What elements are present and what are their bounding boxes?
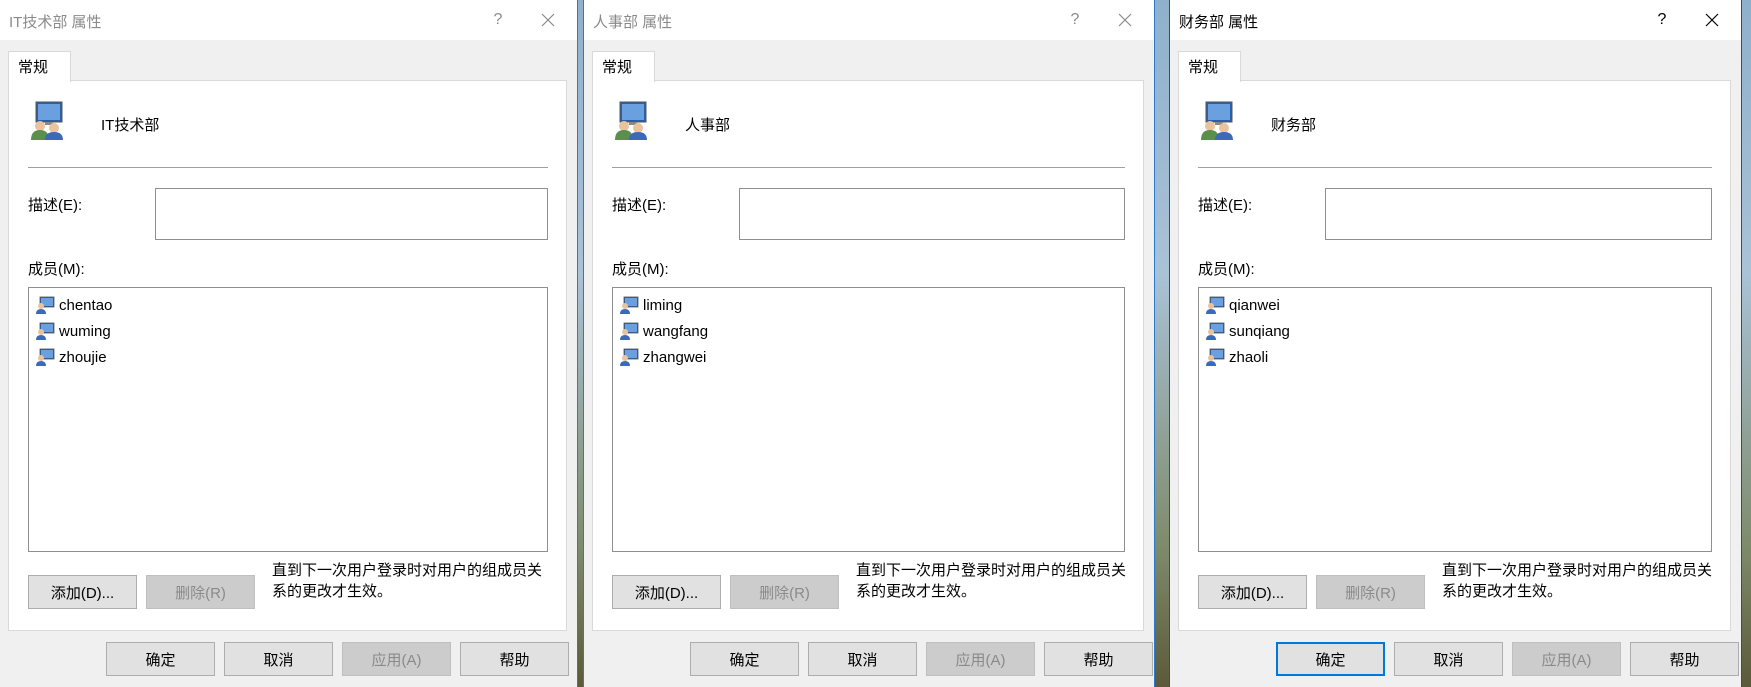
properties-dialog-hr: 人事部 属性 ? 常规 人事部 描述(E): 成员(M): liming wan… <box>583 0 1155 687</box>
members-list[interactable]: qianwei sunqiang zhaoli <box>1198 287 1712 552</box>
group-name: 财务部 <box>1271 117 1317 134</box>
cancel-button[interactable]: 取消 <box>1394 642 1503 676</box>
description-field[interactable] <box>155 188 548 240</box>
membership-note: 直到下一次用户登录时对用户的组成员关系的更改才生效。 <box>856 562 1127 600</box>
ok-button[interactable]: 确定 <box>106 642 215 676</box>
user-icon <box>36 296 55 314</box>
description-label: 描述(E): <box>612 197 667 214</box>
help-button[interactable]: 帮助 <box>460 642 569 676</box>
properties-dialog-it: IT技术部 属性 ? 常规 IT技术部 描述(E): 成员(M): chenta… <box>0 0 578 687</box>
tab-general[interactable]: 常规 <box>592 51 655 82</box>
separator <box>28 167 548 169</box>
description-label: 描述(E): <box>28 197 83 214</box>
apply-button[interactable]: 应用(A) <box>342 642 451 676</box>
title-bar[interactable]: 财务部 属性 ? <box>1170 0 1741 40</box>
remove-button[interactable]: 删除(R) <box>146 575 255 609</box>
member-name: sunqiang <box>1229 322 1290 340</box>
window-title: 人事部 属性 <box>593 14 673 31</box>
general-panel: 人事部 描述(E): 成员(M): liming wangfang zhangw… <box>592 80 1144 631</box>
properties-dialog-finance: 财务部 属性 ? 常规 财务部 描述(E): 成员(M): qianwei su… <box>1169 0 1742 687</box>
remove-button[interactable]: 删除(R) <box>1316 575 1425 609</box>
apply-button[interactable]: 应用(A) <box>1512 642 1621 676</box>
title-bar[interactable]: IT技术部 属性 ? <box>0 0 577 40</box>
help-button[interactable]: 帮助 <box>1044 642 1153 676</box>
members-label: 成员(M): <box>28 261 85 278</box>
user-icon <box>36 348 55 366</box>
members-label: 成员(M): <box>1198 261 1255 278</box>
add-button[interactable]: 添加(D)... <box>612 575 721 609</box>
help-icon[interactable]: ? <box>475 0 521 40</box>
user-icon <box>1206 322 1225 340</box>
member-name: zhoujie <box>59 348 107 366</box>
user-icon <box>1206 296 1225 314</box>
help-icon[interactable]: ? <box>1639 0 1685 40</box>
ok-button[interactable]: 确定 <box>690 642 799 676</box>
membership-note: 直到下一次用户登录时对用户的组成员关系的更改才生效。 <box>272 562 543 600</box>
title-bar[interactable]: 人事部 属性 ? <box>584 0 1154 40</box>
separator <box>612 167 1125 169</box>
members-list[interactable]: liming wangfang zhangwei <box>612 287 1125 552</box>
member-name: qianwei <box>1229 296 1280 314</box>
general-panel: 财务部 描述(E): 成员(M): qianwei sunqiang zhaol… <box>1178 80 1731 631</box>
user-icon <box>36 322 55 340</box>
description-field[interactable] <box>739 188 1125 240</box>
tab-general[interactable]: 常规 <box>1178 51 1241 82</box>
members-list[interactable]: chentao wuming zhoujie <box>28 287 548 552</box>
help-icon[interactable]: ? <box>1052 0 1098 40</box>
window-title: IT技术部 属性 <box>9 14 102 31</box>
user-icon <box>620 322 639 340</box>
description-field[interactable] <box>1325 188 1712 240</box>
list-item[interactable]: zhangwei <box>613 344 1124 370</box>
group-users-icon <box>1201 101 1233 140</box>
ok-button[interactable]: 确定 <box>1276 642 1385 676</box>
remove-button[interactable]: 删除(R) <box>730 575 839 609</box>
list-item[interactable]: wangfang <box>613 318 1124 344</box>
list-item[interactable]: zhaoli <box>1199 344 1711 370</box>
member-name: wuming <box>59 322 111 340</box>
user-icon <box>620 296 639 314</box>
user-icon <box>1206 348 1225 366</box>
apply-button[interactable]: 应用(A) <box>926 642 1035 676</box>
member-name: liming <box>643 296 683 314</box>
members-label: 成员(M): <box>612 261 669 278</box>
group-name: IT技术部 <box>101 117 160 134</box>
close-icon[interactable] <box>525 0 571 40</box>
group-users-icon <box>31 101 63 140</box>
list-item[interactable]: chentao <box>29 292 547 318</box>
membership-note: 直到下一次用户登录时对用户的组成员关系的更改才生效。 <box>1442 562 1713 600</box>
member-name: chentao <box>59 296 113 314</box>
list-item[interactable]: sunqiang <box>1199 318 1711 344</box>
help-button[interactable]: 帮助 <box>1630 642 1739 676</box>
cancel-button[interactable]: 取消 <box>224 642 333 676</box>
window-title: 财务部 属性 <box>1179 14 1259 31</box>
cancel-button[interactable]: 取消 <box>808 642 917 676</box>
member-name: wangfang <box>643 322 709 340</box>
list-item[interactable]: zhoujie <box>29 344 547 370</box>
list-item[interactable]: wuming <box>29 318 547 344</box>
general-panel: IT技术部 描述(E): 成员(M): chentao wuming zhouj… <box>8 80 567 631</box>
list-item[interactable]: liming <box>613 292 1124 318</box>
group-users-icon <box>615 101 647 140</box>
group-name: 人事部 <box>685 117 731 134</box>
tab-general[interactable]: 常规 <box>8 51 71 82</box>
close-icon[interactable] <box>1689 0 1735 40</box>
close-icon[interactable] <box>1102 0 1148 40</box>
user-icon <box>620 348 639 366</box>
member-name: zhaoli <box>1229 348 1269 366</box>
separator <box>1198 167 1712 169</box>
add-button[interactable]: 添加(D)... <box>28 575 137 609</box>
member-name: zhangwei <box>643 348 707 366</box>
list-item[interactable]: qianwei <box>1199 292 1711 318</box>
add-button[interactable]: 添加(D)... <box>1198 575 1307 609</box>
description-label: 描述(E): <box>1198 197 1253 214</box>
